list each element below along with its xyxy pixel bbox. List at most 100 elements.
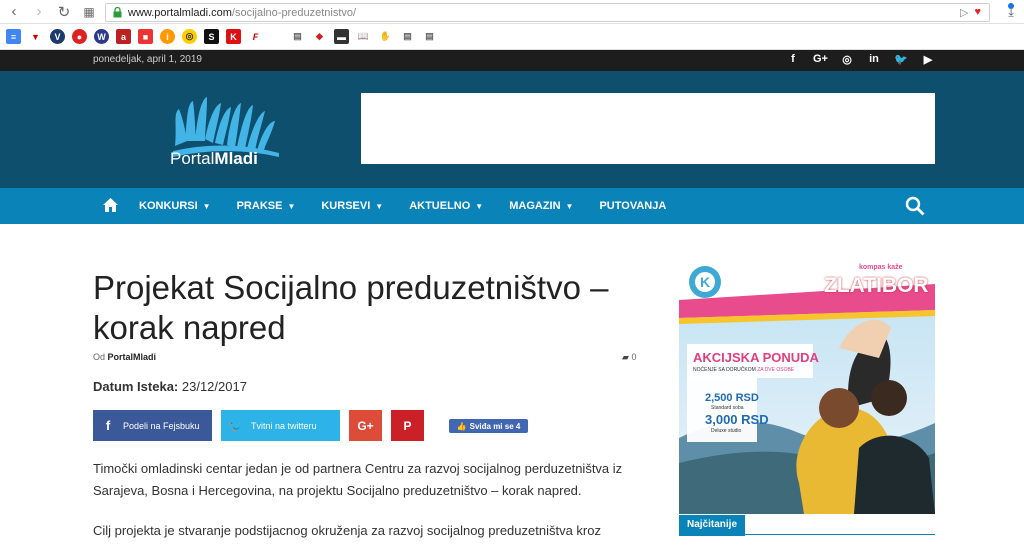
article-paragraph: Timočki omladinski centar jedan je od pa…	[93, 461, 623, 498]
chevron-down-icon: ▼	[287, 201, 296, 211]
ad-destination: ZLATIBOR	[824, 274, 929, 297]
current-date: ponedeljak, april 1, 2019	[93, 54, 202, 65]
nav-label: AKTUELNO	[409, 200, 471, 212]
bookmark-icon-6[interactable]: a	[116, 29, 131, 44]
share-pinterest-button[interactable]: P	[391, 410, 424, 441]
logo-text-mladi: Mladi	[214, 149, 258, 168]
bookmark-icon-9[interactable]: ◎	[182, 29, 197, 44]
briefcase-bookmark-icon[interactable]: ▬	[334, 29, 349, 44]
twitter-icon[interactable]: 🐦	[894, 53, 908, 66]
comment-count[interactable]: ▰ 0	[622, 352, 636, 363]
facebook-like-button[interactable]: 👍 Sviđa mi se 4	[449, 419, 528, 433]
ad-subline-a: NOĆENJE SA DORUČKOM	[693, 367, 756, 373]
url-path: /socijalno-preduzetnistvo/	[231, 6, 357, 19]
sidebar-ad[interactable]: K kompas kaže ZLATIBOR AKCIJSKA PONUDA N…	[679, 258, 935, 514]
google-plus-icon[interactable]: G+	[813, 53, 828, 66]
bookmark-icon-4[interactable]: ●	[72, 29, 87, 44]
ad-subline: NOĆENJE SA DORUČKOM ZA DVE OSOBE	[693, 367, 794, 373]
address-bar[interactable]: www.portalmladi.com/socijalno-preduzetni…	[105, 3, 990, 22]
nav-label: KURSEVI	[321, 200, 371, 212]
send-icon[interactable]: ▷	[960, 6, 968, 19]
chevron-down-icon: ▼	[375, 201, 384, 211]
bookmark-icon-14[interactable]: ◆	[312, 29, 327, 44]
share-facebook-label: Podeli na Fejsbuku	[123, 420, 200, 431]
bookmark-icon-11[interactable]: K	[226, 29, 241, 44]
search-icon[interactable]	[905, 196, 925, 216]
chevron-down-icon: ▼	[475, 201, 484, 211]
favorite-heart-icon[interactable]: ♥	[974, 6, 981, 19]
forward-icon[interactable]: ›	[28, 1, 50, 23]
bookmark-icon-2[interactable]: ▼	[28, 29, 43, 44]
author-link[interactable]: PortalMladi	[108, 352, 157, 362]
instagram-icon[interactable]: ◎	[840, 53, 854, 66]
byline: Od PortalMladi	[93, 352, 156, 362]
like-label: Sviđa mi se 4	[469, 421, 521, 431]
header-banner-ad[interactable]	[361, 93, 935, 164]
notification-dot	[1008, 3, 1014, 9]
deadline-value: 23/12/2017	[181, 379, 247, 394]
svg-text:K: K	[700, 274, 710, 290]
comment-icon: ▰	[622, 352, 629, 362]
social-links: f G+ ◎ in 🐦 ▶	[786, 53, 935, 66]
book-bookmark-icon[interactable]: 📖	[356, 29, 371, 44]
nav-label: PRAKSE	[236, 200, 283, 212]
lock-icon	[113, 7, 122, 18]
share-facebook-button[interactable]: f Podeli na Fejsbuku	[93, 410, 212, 441]
facebook-icon[interactable]: f	[786, 53, 800, 66]
nav-label: PUTOVANJA	[599, 200, 667, 212]
bookmark-icon-8[interactable]: i	[160, 29, 175, 44]
nav-item-magazin[interactable]: MAGAZIN ▼	[509, 200, 573, 212]
bookmark-icon-12[interactable]: F	[248, 29, 263, 44]
hand-bookmark-icon[interactable]: ✋	[378, 29, 393, 44]
back-icon[interactable]: ‹	[3, 1, 25, 23]
nav-item-putovanja[interactable]: PUTOVANJA	[599, 200, 666, 212]
ad-price-1-note: Standard soba	[711, 405, 744, 411]
bookmark-icon-18[interactable]: ▤	[400, 29, 415, 44]
share-buttons: f Podeli na Fejsbuku 🐦 Tvitni na twitteru …	[93, 410, 424, 441]
bookmark-icon-7[interactable]: ■	[138, 29, 153, 44]
youtube-icon[interactable]: ▶	[921, 53, 935, 66]
browser-toolbar: ‹ › ↻ ▦ www.portalmladi.com/socijalno-pr…	[0, 0, 1024, 24]
bookmarks-bar: ≡ ▼ V ● W a ■ i ◎ S K F ▤ ◆ ▬ 📖 ✋ ▤ ▤	[0, 24, 1024, 50]
bookmark-icon-19[interactable]: ▤	[422, 29, 437, 44]
apps-grid-icon[interactable]: ▦	[78, 1, 100, 23]
twitter-icon: 🐦	[227, 417, 245, 433]
nav-label: KONKURSI	[139, 200, 198, 212]
docs-bookmark-icon[interactable]: ≡	[6, 29, 21, 44]
main-navigation: KONKURSI ▼ PRAKSE ▼ KURSEVI ▼ AKTUELNO ▼ MAG…	[0, 188, 1024, 224]
facebook-icon: f	[105, 418, 111, 433]
article-title: Projekat Socijalno preduzetništvo – kora…	[93, 269, 609, 346]
article-paragraph: Cilj projekta je stvaranje podstijacnog …	[93, 523, 601, 538]
reload-icon[interactable]: ↻	[53, 1, 75, 23]
chevron-down-icon: ▼	[202, 201, 211, 211]
deadline: Datum Isteka: 23/12/2017	[93, 379, 247, 394]
google-plus-icon: G+	[357, 418, 374, 433]
most-read-tab-bar: Najčitanije	[679, 514, 935, 536]
site-logo-text[interactable]: PortalMladi	[170, 149, 258, 169]
share-twitter-button[interactable]: 🐦 Tvitni na twitteru	[221, 410, 340, 441]
share-google-plus-button[interactable]: G+	[349, 410, 382, 441]
deadline-label: Datum Isteka:	[93, 379, 179, 394]
pinterest-icon: P	[403, 418, 412, 433]
ad-price-2: 3,000 RSD	[705, 412, 769, 427]
tab-most-read[interactable]: Najčitanije	[679, 515, 746, 536]
ad-price-1: 2,500 RSD	[705, 392, 759, 404]
ad-tagline: kompas kaže	[859, 264, 903, 271]
thumbs-up-icon: 👍	[456, 421, 467, 431]
bookmark-icon-3[interactable]: V	[50, 29, 65, 44]
nav-item-aktuelno[interactable]: AKTUELNO ▼	[409, 200, 483, 212]
site-header: PortalMladi	[0, 71, 1024, 188]
nav-label: MAGAZIN	[509, 200, 561, 212]
bookmark-icon-5[interactable]: W	[94, 29, 109, 44]
linkedin-icon[interactable]: in	[867, 53, 881, 66]
main-content: Projekat Socijalno preduzetništvo – kora…	[0, 224, 1024, 545]
nav-item-konkursi[interactable]: KONKURSI ▼	[139, 200, 211, 212]
bookmark-icon-13[interactable]: ▤	[290, 29, 305, 44]
bookmark-icon-10[interactable]: S	[204, 29, 219, 44]
nav-item-prakse[interactable]: PRAKSE ▼	[237, 200, 296, 212]
byline-prefix: Od	[93, 352, 106, 362]
logo-text-portal: Portal	[170, 149, 215, 168]
nav-item-kursevi[interactable]: KURSEVI ▼	[321, 200, 383, 212]
home-icon[interactable]	[103, 198, 118, 212]
ad-headline: AKCIJSKA PONUDA	[693, 350, 819, 365]
